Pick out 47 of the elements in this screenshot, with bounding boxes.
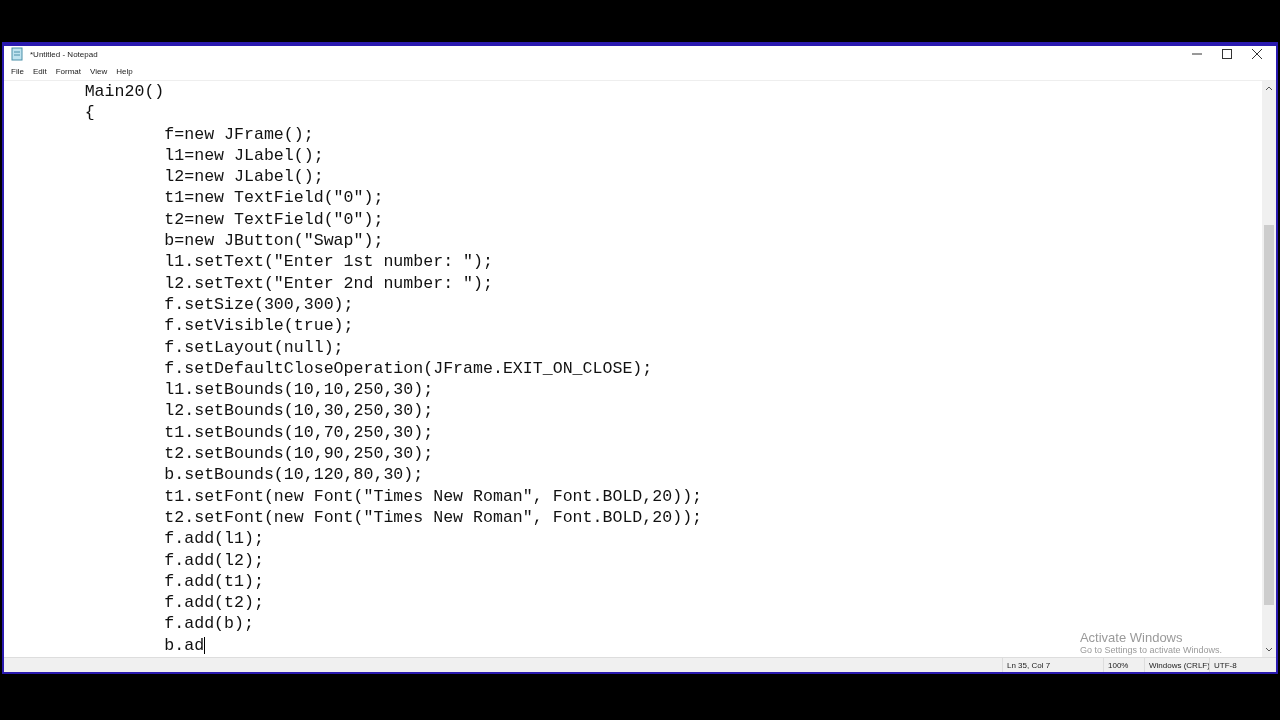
code-line: f.setSize(300,300); — [163, 293, 354, 316]
notepad-icon — [10, 47, 24, 61]
code-line: t2=new TextField("0"); — [163, 208, 384, 231]
code-line: l1=new JLabel(); — [163, 144, 324, 167]
zoom-level: 100% — [1103, 658, 1144, 672]
code-line: f.add(t1); — [163, 570, 264, 593]
scroll-up-icon[interactable] — [1265, 85, 1273, 91]
code-line: f.setVisible(true); — [163, 315, 354, 337]
code-line: t1=new TextField("0"); — [163, 187, 384, 209]
code-line: t1.setFont(new Font("Times New Roman", Font.BOLD,20)); — [163, 485, 703, 507]
code-line: l2.setBounds(10,30,250,30); — [163, 400, 434, 422]
menu-item[interactable]: File — [11, 66, 24, 76]
code-line: f.add(l2); — [163, 549, 264, 571]
line-ending: Windows (CRLF) — [1144, 658, 1209, 672]
activation-hint: Go to Settings to activate Windows. — [1079, 645, 1222, 655]
maximize-icon[interactable] — [1222, 49, 1232, 59]
code-line: { — [83, 102, 95, 124]
code-line: b.setBounds(10,120,80,30); — [163, 464, 424, 486]
window-title: *Untitled - Notepad — [30, 49, 98, 59]
code-line: t2.setBounds(10,90,250,30); — [163, 443, 434, 465]
code-line: f.add(t2); — [163, 592, 264, 614]
code-line: t1.setBounds(10,70,250,30); — [163, 421, 434, 444]
scroll-thumb[interactable] — [1264, 225, 1274, 605]
code-line: f=new JFrame(); — [163, 123, 314, 145]
code-line: f.setDefaultCloseOperation(JFrame.EXIT_ON_CLOSE); — [163, 357, 653, 380]
menu-item[interactable]: Edit — [32, 66, 47, 76]
code-line: b.ad — [163, 634, 205, 656]
encoding: UTF-8 — [1209, 658, 1264, 672]
menu-item[interactable]: Help — [116, 66, 133, 76]
menu-item[interactable]: Format — [55, 66, 82, 76]
code-line: l1.setBounds(10,10,250,30); — [163, 379, 434, 401]
code-line: f.add(l1); — [163, 528, 264, 550]
scroll-down-icon[interactable] — [1265, 647, 1273, 653]
code-line: b=new JButton("Swap"); — [163, 230, 384, 252]
vertical-scrollbar[interactable] — [1262, 81, 1276, 657]
code-line: l2=new JLabel(); — [163, 166, 324, 188]
code-line: t2.setFont(new Font("Times New Roman", Font.BOLD,20)); — [163, 506, 703, 529]
menu-item[interactable]: View — [90, 66, 108, 76]
code-line: l1.setText("Enter 1st number: "); — [163, 251, 493, 273]
cursor-position: Ln 35, Col 7 — [1002, 658, 1103, 672]
activation-title: Activate Windows — [1079, 630, 1184, 645]
close-icon[interactable] — [1252, 49, 1262, 59]
code-line: Main20() — [83, 81, 165, 103]
code-line: f.add(b); — [163, 613, 254, 635]
code-line: l2.setText("Enter 2nd number: "); — [163, 272, 493, 294]
code-line: f.setLayout(null); — [163, 336, 344, 358]
text-cursor — [204, 636, 206, 654]
